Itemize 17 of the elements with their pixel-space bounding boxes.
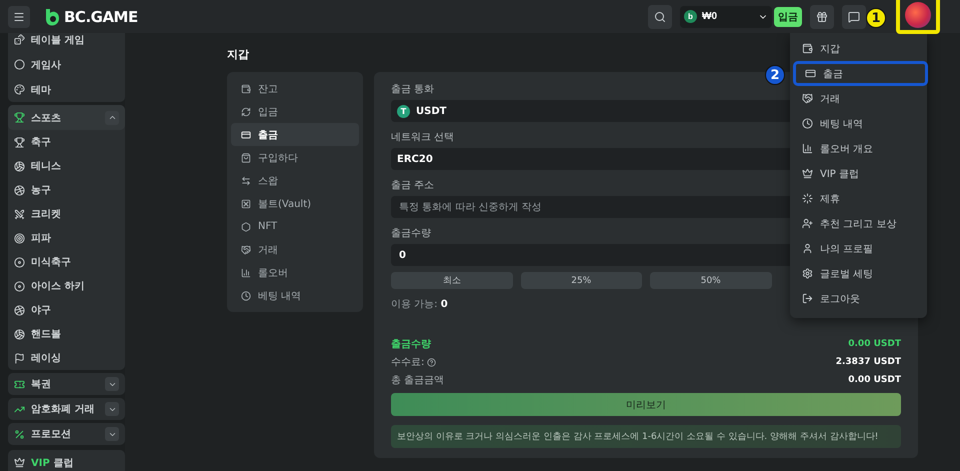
summary-value: 2.3837 USDT [836,357,901,367]
summary-label: 수수료: [391,355,436,369]
field-label: 출금 주소 [391,179,434,192]
available-balance: 이용 가능: 0 [391,298,448,311]
page-title: 지갑 [227,47,249,62]
field-label: 네트워크 선택 [391,131,454,144]
field-label: 출금수량 [391,227,431,240]
summary-value: 0.00 USDT [848,339,901,349]
step-badge: 2 [765,65,785,85]
notice-banner: 보안상의 이유로 크거나 의심스러운 인출은 감사 프로세스에 1-6시간이 소요될 수 있습니다. 양해해 주셔서 감사합니다! [391,425,901,448]
coin-icon: b [684,10,697,23]
summary-value: 0.00 USDT [848,375,901,385]
summary-label: 총 출금금액 [391,374,444,387]
field-label: 출금 통화 [391,83,434,96]
coin-icon: T [397,104,410,118]
logo-text: BC.GAME [64,8,138,26]
summary-label: 출금수량 [391,338,431,351]
